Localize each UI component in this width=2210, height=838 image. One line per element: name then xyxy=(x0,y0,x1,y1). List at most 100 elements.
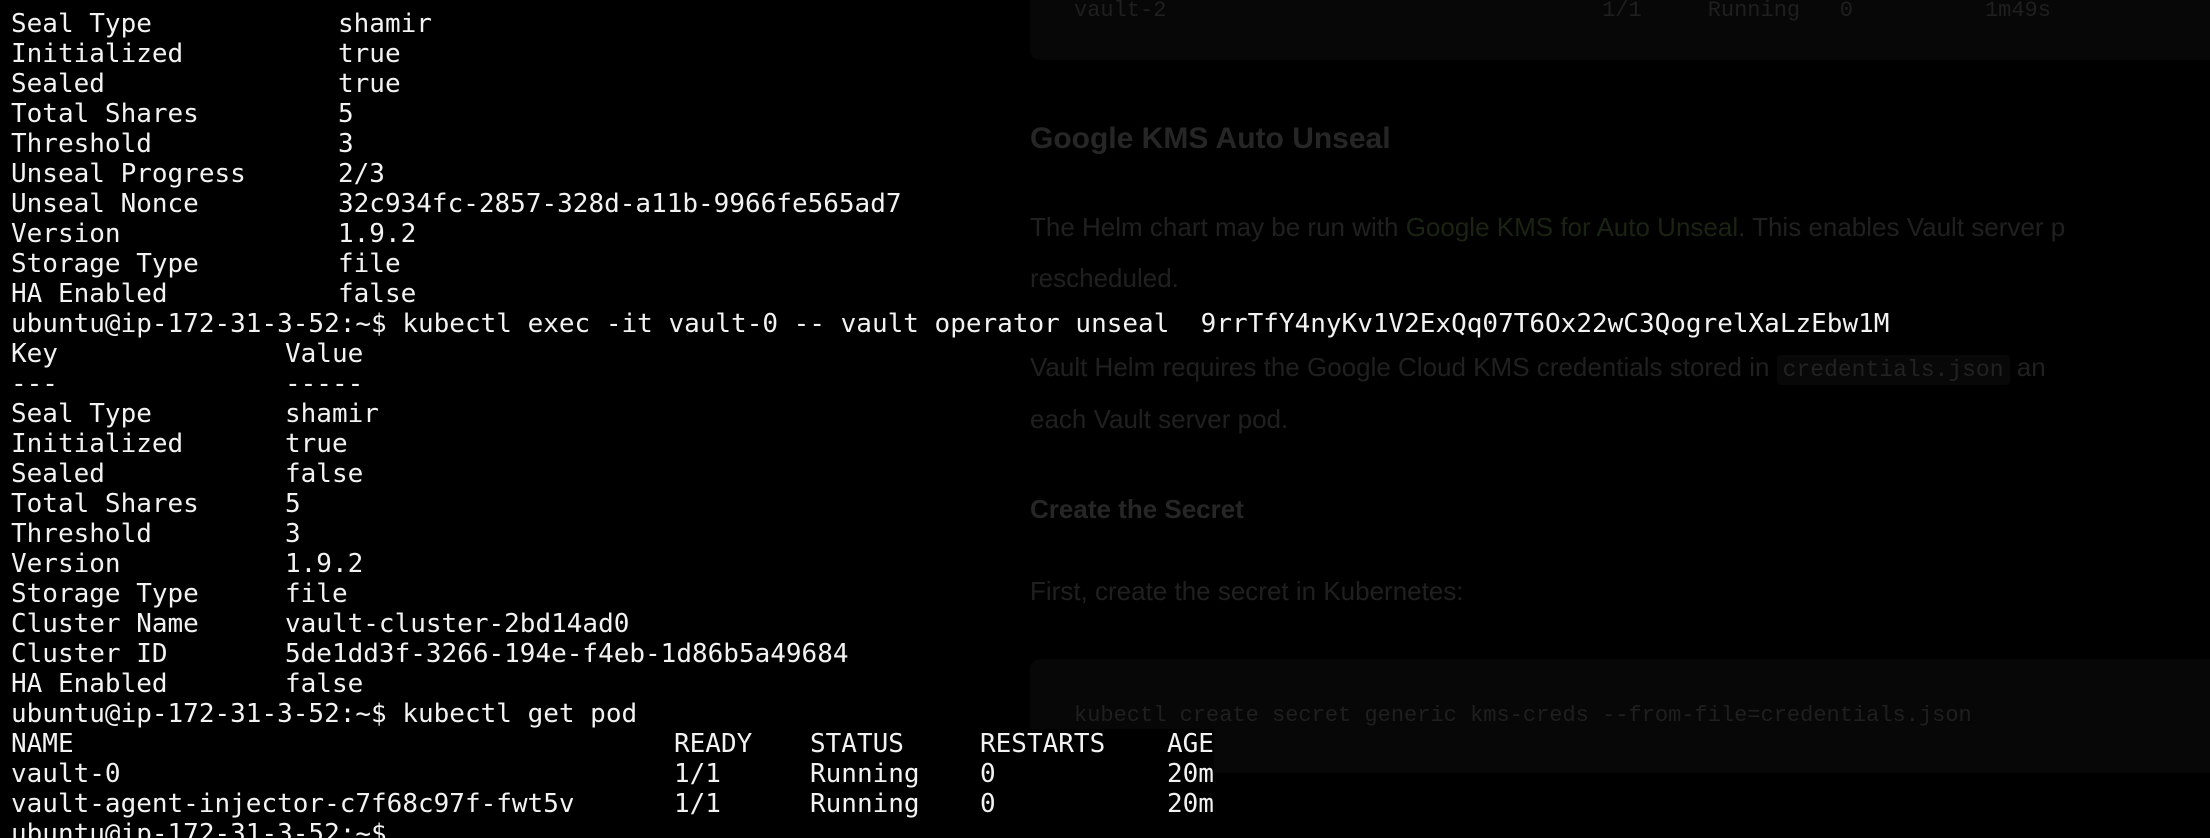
doc-code-block-pod-list: vault-2 1/1 Running 0 1m49s xyxy=(1030,0,2210,60)
doc-link-google-kms[interactable]: Google KMS for Auto Unseal xyxy=(1406,212,1738,242)
status-key: Seal Type xyxy=(11,399,152,429)
status-key: Version xyxy=(11,549,121,579)
status-key: Sealed xyxy=(11,459,105,489)
shell-prompt: ubuntu@ip-172-31-3-52:~$ xyxy=(11,819,387,838)
terminal-line: Version 1.9.2 xyxy=(11,549,364,579)
pod-age: 20m xyxy=(1167,789,1214,819)
doc-text: The Helm chart may be run with xyxy=(1030,212,1406,242)
shell-prompt: ubuntu@ip-172-31-3-52:~$ xyxy=(11,309,387,339)
pod-restarts: 0 xyxy=(980,789,996,819)
terminal-line: Sealed true xyxy=(11,69,401,99)
doc-code-text: vault-2 1/1 Running 0 1m49s xyxy=(1074,0,2051,23)
terminal-line: Initialized true xyxy=(11,429,348,459)
terminal-line: Unseal Progress 2/3 xyxy=(11,159,385,189)
status-key: HA Enabled xyxy=(11,279,168,309)
status-value: 1.9.2 xyxy=(338,219,417,249)
terminal-line: Seal Type shamir xyxy=(11,9,432,39)
doc-code-text: kubectl create secret generic kms-creds … xyxy=(1074,703,1972,728)
pod-column-age: AGE xyxy=(1167,729,1214,759)
terminal-command-line[interactable]: ubuntu@ip-172-31-3-52:~$ kubectl get pod xyxy=(11,699,638,729)
status-value: file xyxy=(338,249,401,279)
pod-column-name: NAME xyxy=(11,729,74,759)
terminal-line: HA Enabled false xyxy=(11,669,364,699)
status-separator: ----- xyxy=(285,369,364,399)
status-key: Threshold xyxy=(11,519,152,549)
status-key: Unseal Nonce xyxy=(11,189,199,219)
doc-heading-create-secret: Create the Secret xyxy=(1030,494,1244,524)
status-key: Storage Type xyxy=(11,579,199,609)
status-value: false xyxy=(285,669,364,699)
status-key: Seal Type xyxy=(11,9,152,39)
doc-paragraph-create-secret: First, create the secret in Kubernetes: xyxy=(1030,576,1464,606)
pod-restarts: 0 xyxy=(980,759,996,789)
status-key: Total Shares xyxy=(11,489,199,519)
status-header-key: Key xyxy=(11,339,58,369)
status-value: file xyxy=(285,579,348,609)
status-separator: --- xyxy=(11,369,58,399)
terminal-line: Key Value xyxy=(11,339,364,369)
doc-text: an xyxy=(2009,352,2046,382)
status-key: Cluster Name xyxy=(11,609,199,639)
status-value: false xyxy=(285,459,364,489)
pod-name: vault-agent-injector-c7f68c97f-fwt5v xyxy=(11,789,575,819)
doc-paragraph-line: each Vault server pod. xyxy=(1030,404,1289,434)
terminal-line: --- ----- xyxy=(11,369,364,399)
status-key: Storage Type xyxy=(11,249,199,279)
status-key: Unseal Progress xyxy=(11,159,246,189)
pod-table-row: vault-agent-injector-c7f68c97f-fwt5v 1/1 R… xyxy=(11,789,1214,819)
status-value: true xyxy=(338,69,401,99)
command-text: kubectl exec -it vault-0 -- vault operat… xyxy=(386,309,1890,339)
terminal-line: Threshold 3 xyxy=(11,519,301,549)
status-value: shamir xyxy=(285,399,379,429)
pod-ready: 1/1 xyxy=(674,759,721,789)
status-value: 5 xyxy=(285,489,301,519)
doc-inline-code-credentials: credentials.json xyxy=(1776,355,2010,385)
status-key: HA Enabled xyxy=(11,669,168,699)
status-key: Cluster ID xyxy=(11,639,168,669)
terminal-command-line[interactable]: ubuntu@ip-172-31-3-52:~$ xyxy=(11,819,387,838)
status-value: 1.9.2 xyxy=(285,549,364,579)
doc-text: Vault Helm requires the Google Cloud KMS… xyxy=(1030,352,1777,382)
terminal-line: Storage Type file xyxy=(11,249,401,279)
status-value: 32c934fc-2857-328d-a11b-9966fe565ad7 xyxy=(338,189,902,219)
terminal-line: Total Shares 5 xyxy=(11,489,301,519)
pod-column-ready: READY xyxy=(674,729,753,759)
status-header-value: Value xyxy=(285,339,364,369)
status-key: Version xyxy=(11,219,121,249)
status-key: Threshold xyxy=(11,129,152,159)
terminal-line: Total Shares 5 xyxy=(11,99,354,129)
status-value: 3 xyxy=(285,519,301,549)
pod-age: 20m xyxy=(1167,759,1214,789)
pod-name: vault-0 xyxy=(11,759,121,789)
doc-heading-google-kms: Google KMS Auto Unseal xyxy=(1030,122,1391,155)
status-key: Total Shares xyxy=(11,99,199,129)
terminal-line: Storage Type file xyxy=(11,579,348,609)
doc-paragraph-credentials: Vault Helm requires the Google Cloud KMS… xyxy=(1030,352,2046,385)
pod-table-row: vault-0 1/1 Running 0 20m xyxy=(11,759,1214,789)
status-value: 5 xyxy=(338,99,354,129)
status-value: true xyxy=(338,39,401,69)
command-text: kubectl get pod xyxy=(386,699,638,729)
documentation-page: vault-2 1/1 Running 0 1m49s Google KMS A… xyxy=(1000,0,2210,838)
doc-paragraph-line: rescheduled. xyxy=(1030,263,1179,293)
terminal-line: Unseal Nonce 32c934fc-2857-328d-a11b-9966… xyxy=(11,189,902,219)
terminal-line: Cluster Name vault-cluster-2bd14ad0 xyxy=(11,609,630,639)
pod-status: Running xyxy=(810,759,920,789)
status-value: 5de1dd3f-3266-194e-f4eb-1d86b5a49684 xyxy=(285,639,849,669)
status-value: 3 xyxy=(338,129,354,159)
terminal-line: Seal Type shamir xyxy=(11,399,379,429)
status-value: false xyxy=(338,279,417,309)
terminal-command-line[interactable]: ubuntu@ip-172-31-3-52:~$ kubectl exec -i… xyxy=(11,309,1890,339)
status-value: vault-cluster-2bd14ad0 xyxy=(285,609,630,639)
screen: vault-2 1/1 Running 0 1m49s Google KMS A… xyxy=(0,0,2210,838)
terminal-line: Cluster ID 5de1dd3f-3266-194e-f4eb-1d86b5… xyxy=(11,639,849,669)
terminal-line: Sealed false xyxy=(11,459,364,489)
terminal-line: HA Enabled false xyxy=(11,279,417,309)
terminal-line: Version 1.9.2 xyxy=(11,219,417,249)
pod-status: Running xyxy=(810,789,920,819)
pod-column-status: STATUS xyxy=(810,729,904,759)
status-value: 2/3 xyxy=(338,159,385,189)
doc-paragraph-helm-chart: The Helm chart may be run with Google KM… xyxy=(1030,212,2065,243)
doc-text: . This enables Vault server p xyxy=(1738,212,2066,242)
status-key: Initialized xyxy=(11,429,184,459)
